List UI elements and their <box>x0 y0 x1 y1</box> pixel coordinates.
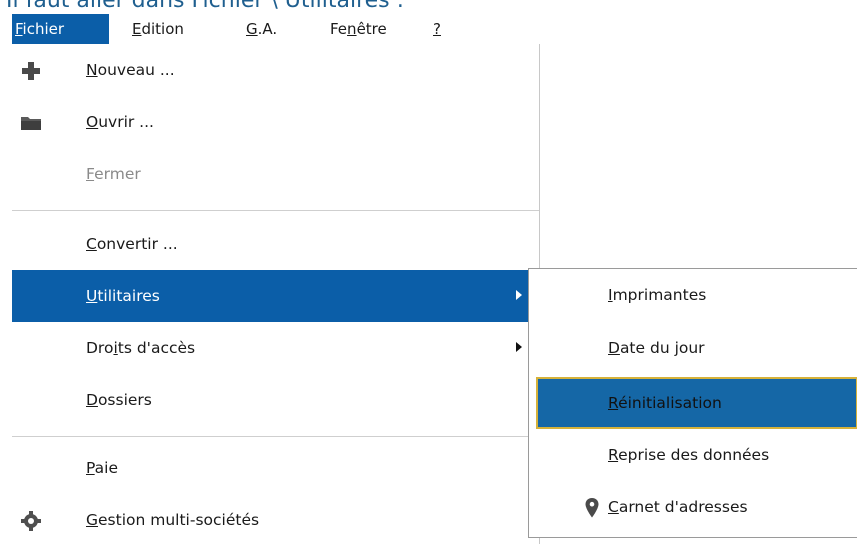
submenu-item-label: Reprise des données <box>608 446 770 464</box>
submenu-item-label: Carnet d'adresses <box>608 498 748 516</box>
menu-item-paie[interactable]: Paie <box>12 442 539 494</box>
menu-item-convertir[interactable]: Convertir ... <box>12 218 539 270</box>
menu-item-label: Dossiers <box>86 391 152 409</box>
menu-item-label: Paie <box>86 459 118 477</box>
submenu-arrow-icon <box>516 342 522 352</box>
menu-item-dossiers[interactable]: Dossiers <box>12 374 539 426</box>
menu-item-gestion-multi-societes[interactable]: Gestion multi-sociétés <box>12 494 539 546</box>
menu-fenetre-prefix: Fe <box>330 20 348 38</box>
menu-fichier-label: ichier <box>22 20 65 38</box>
submenu-arrow-icon <box>516 290 522 300</box>
map-pin-icon <box>581 497 603 519</box>
menu-item-ouvrir[interactable]: Ouvrir ... <box>12 96 539 148</box>
menu-separator <box>12 436 539 437</box>
menu-fichier-accesskey: F <box>15 20 23 38</box>
utilitaires-submenu: Imprimantes Date du jour Réinitialisatio… <box>528 268 857 538</box>
folder-icon <box>20 112 42 134</box>
menu-separator <box>12 210 539 211</box>
menu-item-label: Ouvrir ... <box>86 113 154 131</box>
menu-help-accesskey: ? <box>433 20 441 38</box>
fichier-dropdown: Nouveau ... Ouvrir ... Fermer Convertir … <box>12 44 540 544</box>
menu-item-fermer[interactable]: Fermer <box>12 148 539 200</box>
menu-item-utilitaires[interactable]: Utilitaires <box>12 270 539 322</box>
submenu-item-reprise-des-donnees[interactable]: Reprise des données <box>529 429 857 481</box>
menu-ga-label: .A. <box>257 20 278 38</box>
menu-fenetre-accesskey: n <box>347 20 357 38</box>
menu-edition[interactable]: Edition <box>132 14 184 44</box>
menu-help[interactable]: ? <box>433 14 441 44</box>
menu-ga[interactable]: G.A. <box>246 14 277 44</box>
menu-ga-accesskey: G <box>246 20 258 38</box>
submenu-item-label: Réinitialisation <box>608 394 722 412</box>
menu-item-label: Utilitaires <box>86 287 160 305</box>
menu-item-nouveau[interactable]: Nouveau ... <box>12 44 539 96</box>
submenu-item-label: Date du jour <box>608 339 705 357</box>
menu-item-label: Gestion multi-sociétés <box>86 511 260 529</box>
menu-item-label: Nouveau ... <box>86 61 175 79</box>
submenu-item-label: Imprimantes <box>608 286 707 304</box>
menu-item-label: Fermer <box>86 165 141 183</box>
menu-fichier[interactable]: Fichier <box>12 14 109 44</box>
menu-bar: Fichier Edition G.A. Fenêtre ? <box>0 14 857 44</box>
menu-fenetre[interactable]: Fenêtre <box>330 14 387 44</box>
submenu-item-imprimantes[interactable]: Imprimantes <box>529 269 857 321</box>
menu-item-droits-acces[interactable]: Droits d'accès <box>12 322 539 374</box>
submenu-item-reinitialisation[interactable]: Réinitialisation <box>536 377 857 429</box>
menu-item-label: Convertir ... <box>86 235 178 253</box>
submenu-item-date-du-jour[interactable]: Date du jour <box>529 322 857 374</box>
submenu-item-carnet-adresses[interactable]: Carnet d'adresses <box>529 481 857 533</box>
menu-item-label: Droits d'accès <box>86 339 196 357</box>
menu-edition-label: dition <box>141 20 184 38</box>
plus-icon <box>20 60 42 82</box>
menu-fenetre-label: être <box>356 20 387 38</box>
